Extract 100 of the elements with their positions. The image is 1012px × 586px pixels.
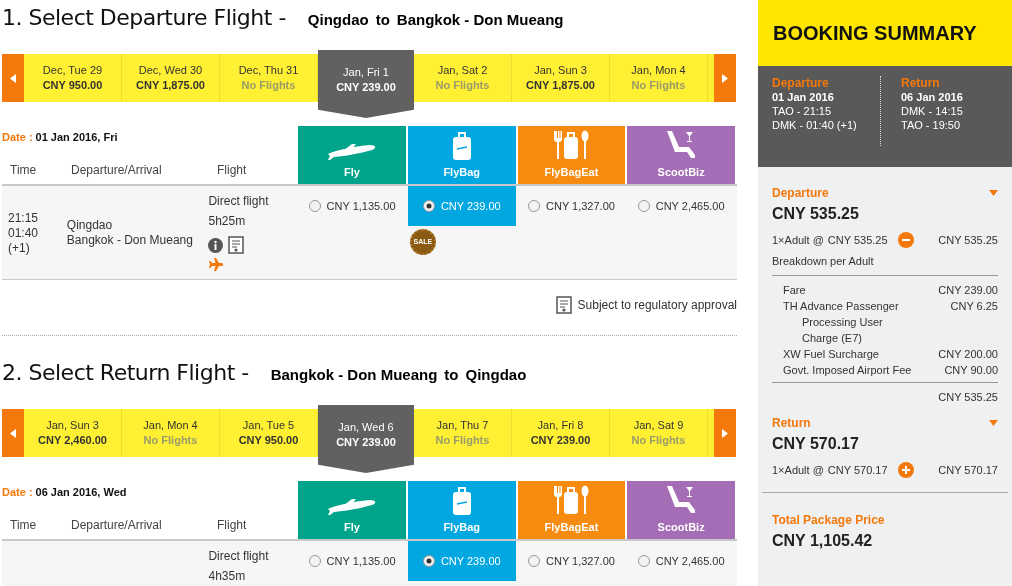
fare-type-header: Fly — [298, 126, 406, 184]
route-destination: Qingdao — [465, 365, 527, 385]
radio-button[interactable] — [422, 555, 435, 567]
fee-name: TH Advance Passenger Processing User Charge (E7) — [783, 299, 900, 346]
plane-icon — [208, 258, 224, 271]
date-label: Date : — [2, 130, 33, 145]
date-tab[interactable]: Dec, Wed 30 CNY 1,875.00 — [122, 54, 220, 102]
date-tab[interactable]: Dec, Tue 29 CNY 950.00 — [24, 54, 122, 102]
package-total: CNY 1,105.42 — [772, 531, 874, 551]
total-label: Total Package Price — [772, 512, 886, 529]
trip-time: TAO - 21:15 — [772, 104, 833, 118]
leg-amount: CNY 535.25 — [938, 233, 998, 248]
fare-price-option[interactable]: CNY 1,327.00 — [517, 541, 626, 581]
flight-duration: 5h25m — [208, 213, 247, 230]
radio-button[interactable] — [308, 555, 321, 567]
unit-price: CNY 535.25 — [827, 233, 888, 248]
fare-type-header: FlyBag — [407, 126, 516, 184]
column-header: Departure/Arrival — [70, 516, 163, 534]
luggage-icon — [451, 485, 472, 516]
fee-amount: CNY 90.00 — [944, 363, 998, 378]
date-tab[interactable]: Jan, Sun 3 CNY 2,460.00 — [24, 409, 122, 457]
date-tab[interactable]: Jan, Fri 1 CNY 239.00 — [318, 50, 414, 118]
trip-time: DMK - 14:15 — [901, 104, 963, 118]
luggage-meal-icon — [552, 128, 591, 161]
fare-price-option[interactable]: CNY 2,465.00 — [627, 186, 735, 226]
trip-label: Departure — [772, 76, 830, 90]
fee-name: XW Fuel Surcharge — [783, 347, 880, 362]
fee-amount: CNY 6.25 — [950, 299, 998, 314]
radio-button[interactable] — [637, 555, 650, 567]
fare-price-option[interactable]: CNY 1,135.00 — [298, 186, 406, 226]
trip-date: 01 Jan 2016 — [772, 90, 835, 104]
luggage-icon — [451, 130, 472, 161]
fare-price-option[interactable]: CNY 1,135.00 — [298, 541, 406, 581]
trip-time: TAO - 19:50 — [901, 118, 962, 132]
fare-price-option[interactable]: CNY 2,465.00 — [627, 541, 735, 581]
date-tab[interactable]: Jan, Sat 2 No Flights — [414, 54, 512, 102]
date-tab[interactable]: Jan, Wed 6 CNY 239.00 — [318, 405, 414, 473]
flight-time: (+1) — [8, 241, 31, 256]
date-tab[interactable]: Jan, Thu 7 No Flights — [414, 409, 512, 457]
fare-type-header: FlyBag — [407, 481, 516, 539]
route-separator: to — [375, 10, 390, 30]
info-icon[interactable] — [208, 237, 224, 253]
fee-amount: CNY 200.00 — [938, 347, 998, 362]
column-header: Time — [9, 161, 38, 179]
city-name: Bangkok - Don Mueang — [66, 233, 194, 248]
date-value: 01 Jan 2016, Fri — [35, 130, 118, 145]
fare-type-header: ScootBiz — [627, 481, 735, 539]
flight-time: 21:15 — [8, 211, 40, 226]
document-icon — [555, 296, 572, 314]
fare-type-header: ScootBiz — [627, 126, 735, 184]
breakdown-title: Breakdown per Adult — [772, 252, 998, 276]
fee-name: Fare — [783, 283, 807, 298]
date-tab[interactable]: Jan, Fri 8 CNY 239.00 — [512, 409, 610, 457]
section-heading: 1. Select Departure Flight - — [2, 4, 286, 32]
flight-type: Direct flight — [208, 193, 270, 210]
leg-label: Return — [772, 414, 811, 432]
trip-time: DMK - 01:40 (+1) — [772, 118, 858, 132]
radio-button[interactable] — [528, 200, 540, 212]
fare-type-header: Fly — [298, 481, 406, 539]
date-tab[interactable]: Jan, Mon 4 No Flights — [610, 54, 708, 102]
leg-amount: CNY 570.17 — [938, 462, 998, 478]
caret-right-icon — [722, 428, 728, 438]
luggage-meal-icon — [552, 483, 591, 516]
fare-type-header: FlyBagEat — [517, 481, 626, 539]
radio-button[interactable] — [422, 200, 435, 212]
city-name: Qingdao — [66, 218, 114, 233]
fee-name: Govt. Imposed Airport Fee — [783, 363, 913, 378]
regulatory-note: Subject to regulatory approval — [577, 297, 737, 314]
section-heading: 2. Select Return Flight - — [2, 359, 249, 387]
leg-total: CNY 570.17 — [772, 433, 860, 454]
caret-left-icon — [10, 73, 16, 83]
leg-total: CNY 535.25 — [772, 204, 860, 224]
flight-type: Direct flight — [208, 548, 270, 565]
leg-label: Departure — [772, 185, 829, 202]
trip-date: 06 Jan 2016 — [901, 90, 963, 104]
document-icon — [228, 236, 245, 254]
plus-circle-icon[interactable] — [897, 461, 914, 478]
flight-time: 01:40 — [8, 226, 40, 241]
column-header: Flight — [217, 516, 247, 534]
column-header: Departure/Arrival — [70, 161, 163, 179]
date-label: Date : — [2, 485, 33, 500]
radio-button[interactable] — [528, 555, 540, 567]
route-origin: Bangkok - Don Mueang — [270, 365, 438, 385]
trip-label: Return — [901, 76, 941, 90]
date-tab[interactable]: Jan, Mon 4 No Flights — [122, 409, 220, 457]
column-header: Flight — [217, 161, 247, 179]
caret-right-icon — [722, 73, 728, 83]
radio-button[interactable] — [308, 200, 321, 212]
fare-price-option[interactable]: CNY 1,327.00 — [517, 186, 626, 226]
caret-left-icon — [10, 428, 16, 438]
passenger-label: 1×Adult @ — [772, 462, 824, 478]
minus-circle-icon[interactable] — [897, 232, 914, 249]
date-tab[interactable]: Jan, Sat 9 No Flights — [610, 409, 708, 457]
caret-down-icon[interactable] — [989, 190, 998, 196]
fare-type-header: FlyBagEat — [517, 126, 626, 184]
date-tab[interactable]: Jan, Sun 3 CNY 1,875.00 — [512, 54, 610, 102]
radio-button[interactable] — [637, 200, 650, 212]
caret-down-icon[interactable] — [989, 419, 998, 426]
passenger-label: 1×Adult @ — [772, 233, 824, 248]
column-header: Time — [9, 516, 38, 534]
